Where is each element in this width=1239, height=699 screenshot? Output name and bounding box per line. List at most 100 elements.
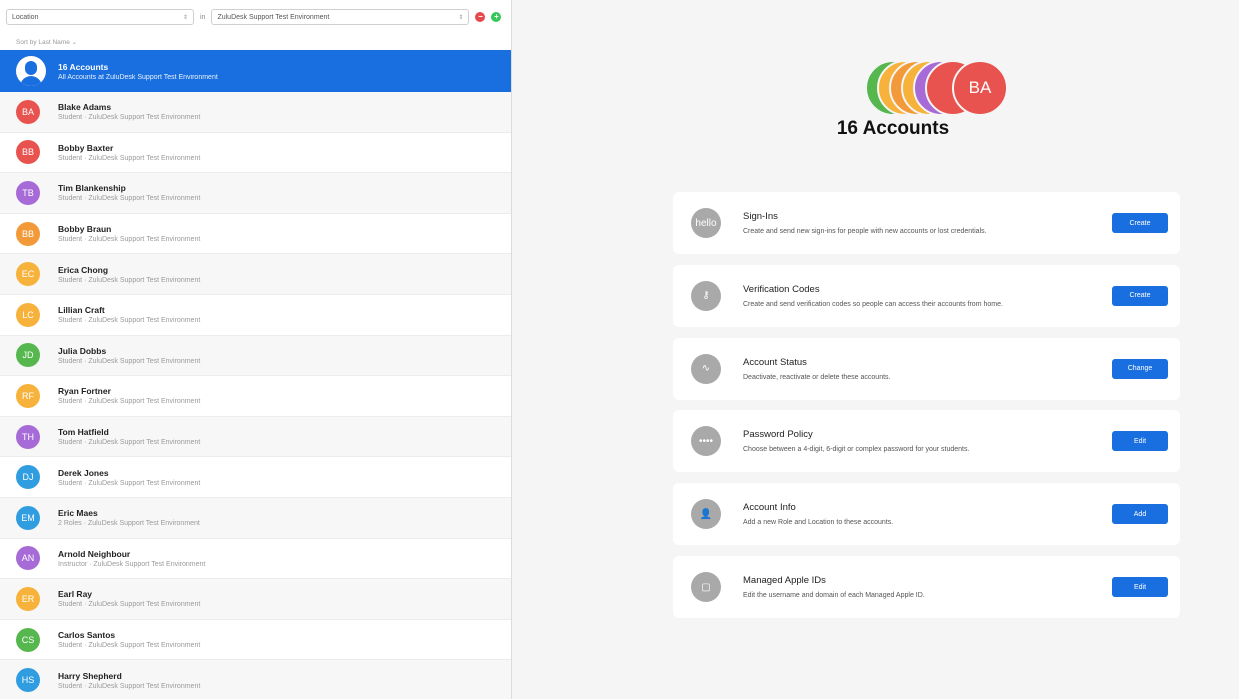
avatar: TB [16,180,40,205]
person-name: Arnold Neighbour [58,548,131,559]
all-accounts-subtitle: All Accounts at ZuluDesk Support Test En… [58,73,218,81]
all-accounts-row[interactable]: 16 Accounts All Accounts at ZuluDesk Sup… [0,50,511,92]
avatar: DJ [16,465,40,490]
person-name: Julia Dobbs [58,345,107,356]
person-name: Bobby Baxter [58,142,114,153]
create-button[interactable]: Create [1112,285,1168,306]
list-item[interactable]: TH Tom Hatfield Student · ZuluDesk Support… [0,416,511,458]
list-item[interactable]: RF Ryan Fortner Student · ZuluDesk Support… [0,376,511,417]
remove-filter-button[interactable]: − [475,12,486,22]
person-subtitle: Student · ZuluDesk Support Test Environm… [58,236,201,244]
list-item[interactable]: TB Tim Blankenship Student · ZuluDesk Supp… [0,173,511,214]
person-subtitle: Student · ZuluDesk Support Test Environm… [58,154,201,162]
person-name: Earl Ray [58,589,93,600]
list-item[interactable]: BA Blake Adams Student · ZuluDesk Support … [0,92,511,133]
card-title: Password Policy [743,429,813,441]
person-subtitle: Student · ZuluDesk Support Test Environm… [58,479,201,487]
person-name: Tim Blankenship [58,183,126,194]
person-subtitle: Student · ZuluDesk Support Test Environm… [58,357,201,365]
avatar: BA [16,99,40,124]
apple-id-icon: ▢ [691,572,721,602]
person-name: Bobby Braun [58,224,112,235]
list-item[interactable]: LC Lillian Craft Student · ZuluDesk Suppor… [0,294,511,336]
person-subtitle: Student · ZuluDesk Support Test Environm… [58,439,201,447]
card-description: Deactivate, reactivate or delete these a… [743,373,891,381]
hello-icon: hello [691,208,721,238]
person-name: Tom Hatfield [58,427,109,438]
list-item[interactable]: EC Erica Chong Student · ZuluDesk Support … [0,254,511,295]
person-subtitle: Instructor · ZuluDesk Support Test Envir… [58,560,206,568]
sort-menu[interactable]: Sort by Last Name ⌄ [0,34,511,50]
accounts-count-title: 16 Accounts [836,118,950,139]
change-button[interactable]: Change [1112,358,1168,379]
action-card: ⚷ Verification Codes Create and send verif… [673,264,1180,327]
avatar: HS [16,668,40,693]
card-title: Verification Codes [743,283,820,295]
list-item[interactable]: ER Earl Ray Student · ZuluDesk Support Tes… [0,579,511,620]
avatar: LC [16,302,40,327]
list-item[interactable]: BB Bobby Braun Student · ZuluDesk Support … [0,213,511,255]
location-select[interactable]: Location ⇕ [6,9,194,25]
environment-select[interactable]: ZuluDesk Support Test Environment ⇕ [211,9,470,25]
avatar: EC [16,262,40,287]
person-name: Eric Maes [58,508,98,519]
avatar: AN [16,546,40,571]
avatar: EM [16,505,40,530]
person-subtitle: Student · ZuluDesk Support Test Environm… [58,642,201,650]
edit-button[interactable]: Edit [1112,431,1168,452]
person-subtitle: Student · ZuluDesk Support Test Environm… [58,276,201,284]
people-list: BA Blake Adams Student · ZuluDesk Support … [0,92,511,699]
avatar: BB [16,221,40,246]
person-icon: 👤 [691,499,721,530]
account-details-panel: BA 16 Accounts hello Sign-Ins Create and s… [513,0,1239,699]
person-name: Lillian Craft [58,305,105,316]
filter-bar: Location ⇕ in ZuluDesk Support Test Envi… [0,0,511,34]
card-description: Create and send verification codes so pe… [743,300,1003,308]
person-subtitle: Student · ZuluDesk Support Test Environm… [58,398,201,406]
card-title: Account Info [743,502,796,514]
card-description: Choose between a 4-digit, 6-digit or com… [743,446,970,454]
list-item[interactable]: DJ Derek Jones Student · ZuluDesk Support … [0,457,511,498]
add-button[interactable]: Add [1112,504,1168,525]
person-name: Blake Adams [58,102,112,113]
person-name: Derek Jones [58,467,109,478]
activity-icon: ∿ [691,353,721,384]
person-subtitle: Student · ZuluDesk Support Test Environm… [58,682,201,690]
select-arrows-icon: ⇕ [182,14,188,21]
list-item[interactable]: BB Bobby Baxter Student · ZuluDesk Support… [0,132,511,174]
list-item[interactable]: CS Carlos Santos Student · ZuluDesk Suppor… [0,619,511,661]
person-name: Ryan Fortner [58,386,111,397]
create-button[interactable]: Create [1112,213,1168,233]
location-select-value: Location [12,13,39,21]
list-item[interactable]: AN Arnold Neighbour Instructor · ZuluDesk … [0,538,511,580]
select-arrows-icon: ⇕ [458,14,464,21]
person-name: Harry Shepherd [58,670,122,681]
avatar: TH [16,424,40,449]
card-description: Edit the username and domain of each Man… [743,592,925,599]
avatar: ER [16,586,40,611]
person-name: Carlos Santos [58,630,116,641]
all-accounts-title: 16 Accounts [58,61,109,72]
environment-select-value: ZuluDesk Support Test Environment [217,13,330,21]
card-title: Account Status [743,356,807,368]
key-icon: ⚷ [691,280,721,311]
list-item[interactable]: HS Harry Shepherd Student · ZuluDesk Suppo… [0,660,511,699]
card-title: Managed Apple IDs [743,575,826,586]
list-item[interactable]: JD Julia Dobbs Student · ZuluDesk Support … [0,335,511,377]
edit-button[interactable]: Edit [1112,577,1168,597]
avatar: RF [16,383,40,408]
avatar: BB [16,140,40,165]
action-card: hello Sign-Ins Create and send new sign-in… [673,192,1180,254]
in-label: in [200,13,206,21]
list-item[interactable]: EM Eric Maes 2 Roles · ZuluDesk Support Te… [0,497,511,539]
add-filter-button[interactable]: + [491,12,502,22]
group-avatar-icon [16,56,46,86]
action-card: ▢ Managed Apple IDs Edit the username and … [673,556,1180,618]
accounts-list-panel: Location ⇕ in ZuluDesk Support Test Envi… [0,0,512,699]
avatar: JD [16,343,40,368]
action-card: 👤 Account Info Add a new Role and Location… [673,483,1180,546]
action-card: ∿ Account Status Deactivate, reactivate or… [673,337,1180,400]
person-name: Erica Chong [58,264,109,275]
card-title: Sign-Ins [743,211,778,222]
person-subtitle: Student · ZuluDesk Support Test Environm… [58,195,201,203]
